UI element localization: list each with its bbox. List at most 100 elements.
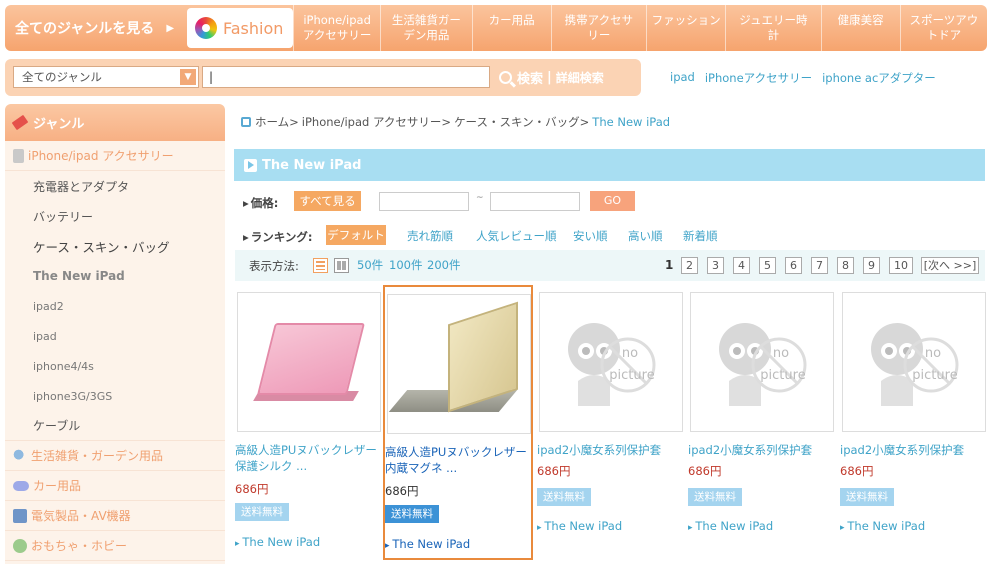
price-label: 価格: (243, 195, 279, 211)
sidebar-item-the-new-ipad[interactable]: The New iPad (5, 261, 225, 291)
nav-jewelry[interactable]: ジュエリー時計 (725, 5, 820, 51)
sidebar-item-chargers[interactable]: 充電器とアダプタ (5, 171, 225, 201)
no-picture-text: no (622, 346, 638, 361)
product-card[interactable]: no picture ipad2小魔女系列保护套 686円 送料無料 The N… (688, 285, 838, 560)
product-tag[interactable]: The New iPad (688, 519, 773, 533)
keyword-link[interactable]: ipad (670, 70, 695, 86)
view-label: 表示方法: (249, 259, 299, 273)
next-page-button[interactable]: [次へ >>] (921, 257, 979, 274)
chevron-down-icon: ▼ (180, 69, 196, 85)
no-picture-icon: no picture (871, 323, 959, 406)
rank-default-button[interactable]: デフォルト (326, 225, 386, 245)
product-tag[interactable]: The New iPad (537, 519, 622, 533)
home-icon (241, 117, 251, 127)
product-price: 686円 (537, 464, 571, 478)
rank-popular-review[interactable]: 人気レビュー順 (476, 228, 557, 244)
product-card-selected[interactable]: 高級人造PUヌバックレザー内蔵マグネ ... 686円 送料無料 The New… (383, 285, 533, 560)
breadcrumb-home[interactable]: ホーム (255, 114, 289, 130)
sidebar-category-car[interactable]: カー用品 (5, 471, 225, 501)
search-bar: 全てのジャンル ▼ | 検索 | 詳細検索 (5, 59, 641, 96)
sidebar-item-cases[interactable]: ケース・スキン・バッグ (5, 231, 225, 261)
no-picture-text: no (773, 346, 789, 361)
sidebar-category-label: 生活雑貨・ガーデン用品 (31, 449, 164, 463)
page-link[interactable]: 2 (681, 257, 698, 274)
price-min-input[interactable] (379, 192, 469, 211)
product-card[interactable]: 高級人造PUヌバックレザー保護シルク ... 686円 送料無料 The New… (235, 285, 385, 560)
genre-select[interactable]: 全てのジャンル ▼ (13, 66, 199, 88)
search-icon (499, 71, 512, 84)
rank-newest[interactable]: 新着順 (683, 228, 718, 244)
sidebar-item-iphone4[interactable]: iphone4/4s (5, 351, 225, 381)
price-tilde: ~ (476, 193, 484, 203)
page-link[interactable]: 7 (811, 257, 828, 274)
nav-iphone-ipad[interactable]: iPhone/ipad アクセサリー (293, 5, 380, 51)
search-button[interactable]: 検索 | 詳細検索 (499, 68, 604, 87)
page-link[interactable]: 8 (837, 257, 854, 274)
triangle-right-icon: ▶ (166, 22, 175, 34)
product-name[interactable]: ipad2小魔女系列保护套 (688, 442, 838, 458)
grid-view-icon[interactable] (334, 258, 349, 273)
product-name[interactable]: 高級人造PUヌバックレザー保護シルク ... (235, 442, 385, 474)
sidebar-item-cable[interactable]: ケーブル (5, 411, 225, 441)
breadcrumb-level2[interactable]: ケース・スキン・バッグ (454, 114, 580, 130)
all-genres-button[interactable]: 全てのジャンルを見る ▶ (5, 5, 187, 51)
price-go-button[interactable]: GO (590, 191, 635, 211)
product-image[interactable]: no picture (842, 292, 986, 432)
page-link[interactable]: 9 (863, 257, 880, 274)
rank-expensive[interactable]: 高い順 (628, 228, 663, 244)
nav-health[interactable]: 健康美容 (820, 5, 900, 51)
breadcrumb-current: The New iPad (592, 115, 671, 129)
search-input[interactable]: | (202, 66, 490, 88)
page-link[interactable]: 5 (759, 257, 776, 274)
nav-fashion[interactable]: ファッション (646, 5, 725, 51)
sidebar-item-ipad[interactable]: ipad (5, 321, 225, 351)
product-card[interactable]: no picture ipad2小魔女系列保护套 686円 送料無料 The N… (537, 285, 687, 560)
page-link[interactable]: 4 (733, 257, 750, 274)
sidebar-category-toys[interactable]: おもちゃ・ホビー (5, 531, 225, 561)
sidebar-item-battery[interactable]: バッテリー (5, 201, 225, 231)
product-image[interactable] (237, 292, 381, 432)
product-tag[interactable]: The New iPad (385, 537, 470, 551)
fashion-logo[interactable]: Fashion (187, 8, 293, 48)
keyword-link[interactable]: iPhoneアクセサリー (705, 70, 812, 86)
product-image[interactable] (387, 294, 531, 434)
per-page-50[interactable]: 50件 (357, 257, 383, 273)
ranking-label: ランキング: (243, 229, 313, 245)
nav-household[interactable]: 生活雑貨ガーデン用品 (380, 5, 471, 51)
price-max-input[interactable] (490, 192, 580, 211)
product-card[interactable]: no picture ipad2小魔女系列保护套 686円 送料無料 The N… (840, 285, 990, 560)
sidebar-item-ipad2[interactable]: ipad2 (5, 291, 225, 321)
product-name[interactable]: ipad2小魔女系列保护套 (537, 442, 687, 458)
product-name[interactable]: ipad2小魔女系列保护套 (840, 442, 990, 458)
sidebar-category-household[interactable]: 生活雑貨・ガーデン用品 (5, 441, 225, 471)
nav-car[interactable]: カー用品 (471, 5, 551, 51)
page-link[interactable]: 3 (707, 257, 724, 274)
per-page-100[interactable]: 100件 (389, 257, 422, 273)
product-tag[interactable]: The New iPad (840, 519, 925, 533)
list-view-icon[interactable] (313, 258, 328, 273)
product-image[interactable]: no picture (690, 292, 834, 432)
sidebar-category-electronics[interactable]: 電気製品・AV機器 (5, 501, 225, 531)
breadcrumb-separator: > (579, 115, 590, 129)
car-icon (13, 480, 29, 491)
nav-mobile-accessories[interactable]: 携帯アクセサリー (550, 5, 646, 51)
product-price: 686円 (235, 482, 269, 496)
keyword-link[interactable]: iphone acアダプター (822, 70, 936, 86)
search-button-label: 検索 (517, 72, 544, 87)
sidebar-title: ジャンル (33, 117, 85, 132)
nav-sports[interactable]: スポーツアウトドア (899, 5, 987, 51)
free-shipping-badge: 送料無料 (840, 488, 894, 506)
page-link[interactable]: 10 (889, 257, 913, 274)
price-all-button[interactable]: すべて見る (294, 191, 361, 211)
product-name[interactable]: 高級人造PUヌバックレザー内蔵マグネ ... (385, 444, 535, 476)
rank-best-selling[interactable]: 売れ筋順 (407, 228, 453, 244)
product-tag[interactable]: The New iPad (235, 535, 320, 549)
page-link[interactable]: 6 (785, 257, 802, 274)
breadcrumb-level1[interactable]: iPhone/ipad アクセサリー (302, 114, 442, 130)
per-page-200[interactable]: 200件 (427, 257, 460, 273)
sidebar-category-iphone-ipad[interactable]: iPhone/ipad アクセサリー (5, 141, 225, 171)
rank-cheapest[interactable]: 安い順 (573, 228, 608, 244)
sidebar-item-iphone3g[interactable]: iphone3G/3GS (5, 381, 225, 411)
product-image[interactable]: no picture (539, 292, 683, 432)
detail-search-link[interactable]: 詳細検索 (556, 69, 604, 86)
